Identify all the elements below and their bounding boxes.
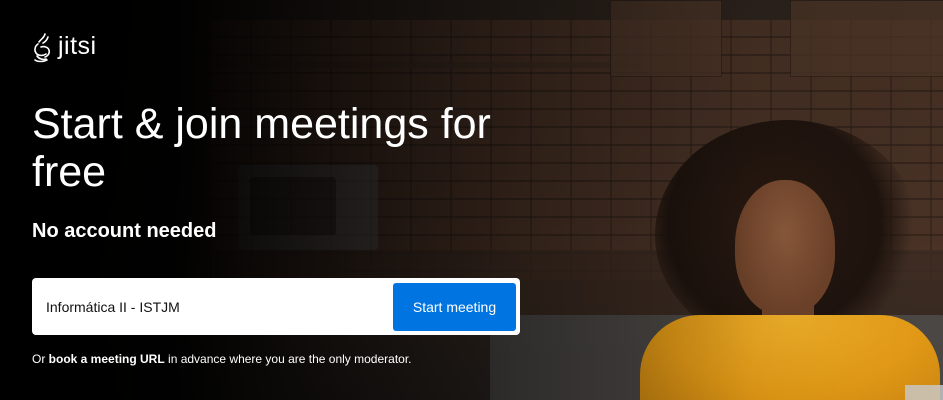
jitsi-logo[interactable]: jitsi [32,31,97,64]
meeting-entry-form: Start meeting [32,278,520,335]
start-meeting-button[interactable]: Start meeting [393,283,516,331]
note-suffix: in advance where you are the only modera… [164,352,412,366]
logo-wordmark: jitsi [58,32,97,60]
moderator-note: Or book a meeting URL in advance where y… [32,352,412,366]
page-title: Start & join meetings for free [32,100,491,196]
note-prefix: Or [32,352,49,366]
meeting-name-input[interactable] [46,278,386,335]
book-meeting-url-link[interactable]: book a meeting URL [49,352,165,366]
page-subtitle: No account needed [32,220,217,242]
jitsi-logo-icon [34,33,51,63]
